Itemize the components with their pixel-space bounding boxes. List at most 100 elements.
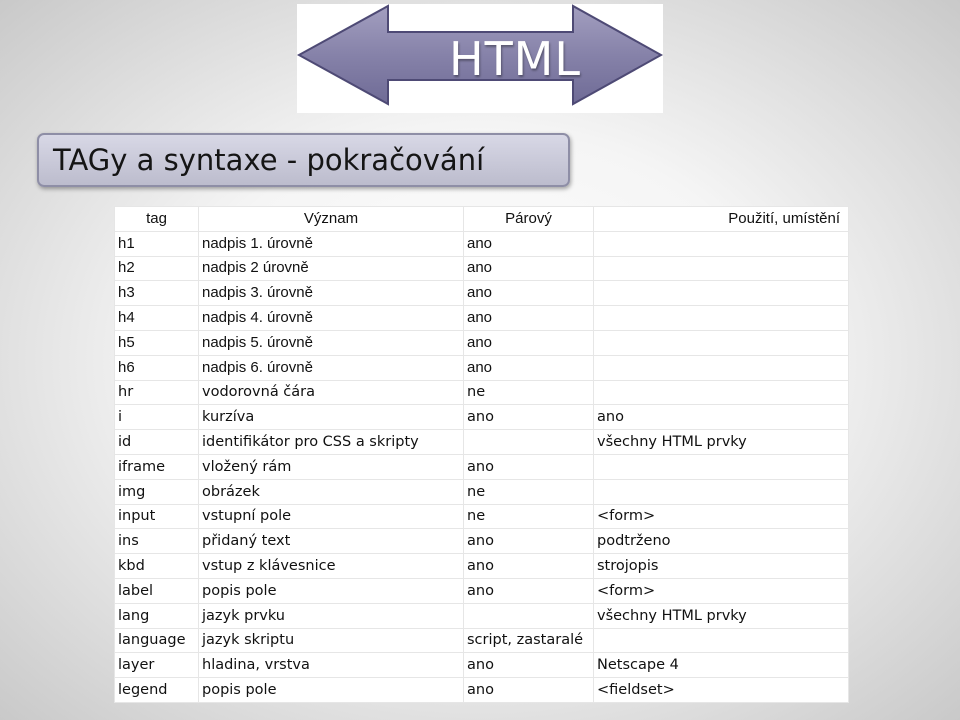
cell-usage: <fieldset> [593,677,849,703]
table-row: iframe vložený rám ano [114,453,849,480]
slide-title: TAGy a syntaxe - pokračování [37,133,570,187]
table-row: kbd vstup z klávesnice ano strojopis [114,553,849,579]
cell-usage [593,627,849,654]
cell-meaning: nadpis 3. úrovně [198,280,464,307]
cell-meaning: nadpis 4. úrovně [198,305,464,331]
table-row: h5 nadpis 5. úrovně ano [114,329,849,356]
cell-paired: ano [463,553,594,579]
cell-usage: <form> [593,503,849,530]
cell-usage [593,329,849,356]
cell-tag: id [114,429,199,455]
cell-usage [593,230,849,257]
cell-tag: language [114,627,199,654]
cell-tag: ins [114,528,199,555]
cell-usage: všechny HTML prvky [593,602,849,629]
table-row: language jazyk skriptu script, zastaralé [114,627,849,654]
cell-meaning: popis pole [198,577,464,604]
cell-meaning: nadpis 1. úrovně [198,230,464,257]
cell-meaning: přidaný text [198,528,464,555]
cell-meaning: identifikátor pro CSS a skripty [198,429,464,455]
cell-paired: ano [463,677,594,703]
cell-meaning: popis pole [198,677,464,703]
table-row: input vstupní pole ne <form> [114,503,849,530]
table-row: img obrázek ne [114,478,849,505]
cell-meaning: obrázek [198,478,464,505]
cell-tag: layer [114,652,199,679]
table-header-row: tag Význam Párový Použití, umístění [114,206,849,232]
table-row: legend popis pole ano <fieldset> [114,677,849,703]
cell-usage [593,280,849,307]
cell-usage [593,305,849,331]
cell-tag: label [114,577,199,604]
cell-paired: ne [463,478,594,505]
table-row: layer hladina, vrstva ano Netscape 4 [114,652,849,679]
header-usage: Použití, umístění [593,206,849,232]
cell-usage [593,453,849,480]
cell-usage: strojopis [593,553,849,579]
cell-paired [463,602,594,629]
cell-usage: ano [593,404,849,431]
banner-label: HTML [448,31,581,86]
table-row: h1 nadpis 1. úrovně ano [114,230,849,257]
cell-paired: ano [463,280,594,307]
cell-meaning: vstup z klávesnice [198,553,464,579]
cell-tag: h5 [114,329,199,356]
cell-tag: h2 [114,255,199,282]
table-row: lang jazyk prvku všechny HTML prvky [114,602,849,629]
cell-paired: ne [463,503,594,530]
cell-paired: ano [463,453,594,480]
cell-meaning: jazyk skriptu [198,627,464,654]
cell-paired: ano [463,577,594,604]
cell-meaning: nadpis 6. úrovně [198,354,464,381]
cell-meaning: nadpis 5. úrovně [198,329,464,356]
cell-paired: ano [463,354,594,381]
cell-paired: ano [463,305,594,331]
cell-usage: všechny HTML prvky [593,429,849,455]
cell-paired: ano [463,404,594,431]
cell-tag: lang [114,602,199,629]
cell-tag: h4 [114,305,199,331]
cell-tag: h3 [114,280,199,307]
cell-paired: ano [463,329,594,356]
cell-paired: ano [463,230,594,257]
cell-usage: Netscape 4 [593,652,849,679]
cell-usage: podtrženo [593,528,849,555]
cell-meaning: hladina, vrstva [198,652,464,679]
cell-meaning: kurzíva [198,404,464,431]
cell-meaning: jazyk prvku [198,602,464,629]
cell-usage [593,379,849,406]
cell-usage [593,255,849,282]
table-row: h3 nadpis 3. úrovně ano [114,280,849,307]
table-row: ins přidaný text ano podtrženo [114,528,849,555]
cell-usage [593,354,849,381]
cell-tag: h6 [114,354,199,381]
cell-tag: input [114,503,199,530]
cell-tag: iframe [114,453,199,480]
header-meaning: Význam [198,206,464,232]
cell-paired: script, zastaralé [463,627,594,654]
cell-meaning: vstupní pole [198,503,464,530]
cell-tag: hr [114,379,199,406]
header-paired: Párový [463,206,594,232]
table-row: h4 nadpis 4. úrovně ano [114,305,849,331]
cell-tag: h1 [114,230,199,257]
cell-tag: i [114,404,199,431]
cell-tag: kbd [114,553,199,579]
cell-paired: ano [463,652,594,679]
cell-paired: ano [463,528,594,555]
table-row: i kurzíva ano ano [114,404,849,431]
table-row: label popis pole ano <form> [114,577,849,604]
table-row: h2 nadpis 2 úrovně ano [114,255,849,282]
cell-tag: legend [114,677,199,703]
cell-paired [463,429,594,455]
table-row: hr vodorovná čára ne [114,379,849,406]
cell-meaning: vodorovná čára [198,379,464,406]
cell-usage: <form> [593,577,849,604]
cell-paired: ne [463,379,594,406]
cell-tag: img [114,478,199,505]
table-row: id identifikátor pro CSS a skripty všechny… [114,429,849,455]
cell-meaning: nadpis 2 úrovně [198,255,464,282]
tags-table: tag Význam Párový Použití, umístění h1 na… [114,206,849,703]
cell-meaning: vložený rám [198,453,464,480]
cell-paired: ano [463,255,594,282]
